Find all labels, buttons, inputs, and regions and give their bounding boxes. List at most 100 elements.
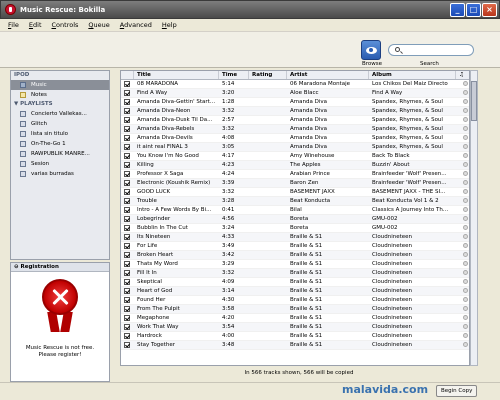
table-row[interactable]: GOOD LUCK 3:32 BASEMENT JAXX BASEMENT JAXX … xyxy=(121,188,469,197)
table-row[interactable]: Amanda Diva-Devils 4:08 Amanda Diva Spandex… xyxy=(121,134,469,143)
checkbox[interactable] xyxy=(124,342,130,348)
table-row[interactable]: Hardrock 4:00 Braille & S1 Cloudnineteen xyxy=(121,332,469,341)
row-checkbox[interactable] xyxy=(121,305,134,313)
column-artist[interactable]: Artist xyxy=(287,71,369,79)
row-checkbox[interactable] xyxy=(121,215,134,223)
checkbox[interactable] xyxy=(124,333,130,339)
checkbox[interactable] xyxy=(124,216,130,222)
column-title[interactable]: Title xyxy=(134,71,219,79)
table-row[interactable]: Amanda Diva-Rebels 3:32 Amanda Diva Spandex… xyxy=(121,125,469,134)
menu-edit[interactable]: Edit xyxy=(29,21,42,29)
table-row[interactable]: Amanda Diva-Neon 3:32 Amanda Diva Spandex, … xyxy=(121,107,469,116)
row-checkbox[interactable] xyxy=(121,179,134,187)
table-row[interactable]: You Know I'm No Good 4:17 Amy Winehouse Bac… xyxy=(121,152,469,161)
row-checkbox[interactable] xyxy=(121,260,134,268)
table-row[interactable]: it aint real FINAL 3 3:05 Amanda Diva Spand… xyxy=(121,143,469,152)
row-checkbox[interactable] xyxy=(121,89,134,97)
playlist-item[interactable]: Sesion xyxy=(11,159,109,169)
menu-file[interactable]: File xyxy=(8,21,19,29)
row-checkbox[interactable] xyxy=(121,116,134,124)
column-note-icon[interactable]: ♫ xyxy=(456,71,469,79)
scrollbar[interactable] xyxy=(470,70,478,366)
table-row[interactable]: From The Pulpit 3:58 Braille & S1 Cloudnine… xyxy=(121,305,469,314)
row-checkbox[interactable] xyxy=(121,98,134,106)
column-time[interactable]: Time xyxy=(219,71,249,79)
menu-queue[interactable]: Queue xyxy=(88,21,109,29)
maximize-button[interactable]: □ xyxy=(466,3,481,17)
checkbox[interactable] xyxy=(124,171,130,177)
search-input[interactable] xyxy=(388,44,474,56)
row-checkbox[interactable] xyxy=(121,170,134,178)
column-check[interactable] xyxy=(121,71,134,79)
table-row[interactable]: Found Her 4:30 Braille & S1 Cloudnineteen xyxy=(121,296,469,305)
playlist-item[interactable]: varias burradas xyxy=(11,169,109,179)
begin-copy-button[interactable]: Begin Copy xyxy=(436,385,478,397)
table-row[interactable]: Bubblin In The Cut 3:24 Boreta GMU-002 xyxy=(121,224,469,233)
checkbox[interactable] xyxy=(124,180,130,186)
table-row[interactable]: Lobegrinder 4:56 Boreta GMU-002 xyxy=(121,215,469,224)
table-row[interactable]: Intro - A Few Words By Bi... 0:41 Bilal Cla… xyxy=(121,206,469,215)
close-button[interactable]: × xyxy=(482,3,497,17)
menu-help[interactable]: Help xyxy=(162,21,177,29)
checkbox[interactable] xyxy=(124,306,130,312)
table-row[interactable]: Electronic (Koushik Remix) 3:39 Baron Zen B… xyxy=(121,179,469,188)
row-checkbox[interactable] xyxy=(121,206,134,214)
checkbox[interactable] xyxy=(124,252,130,258)
table-row[interactable]: Megaphone 4:20 Braille & S1 Cloudnineteen xyxy=(121,314,469,323)
row-checkbox[interactable] xyxy=(121,224,134,232)
row-checkbox[interactable] xyxy=(121,107,134,115)
checkbox[interactable] xyxy=(124,90,130,96)
checkbox[interactable] xyxy=(124,108,130,114)
checkbox[interactable] xyxy=(124,225,130,231)
checkbox[interactable] xyxy=(124,297,130,303)
playlist-item[interactable]: Glitch xyxy=(11,119,109,129)
checkbox[interactable] xyxy=(124,234,130,240)
row-checkbox[interactable] xyxy=(121,251,134,259)
checkbox[interactable] xyxy=(124,279,130,285)
checkbox[interactable] xyxy=(124,99,130,105)
row-checkbox[interactable] xyxy=(121,332,134,340)
playlist-item[interactable]: On-The-Go 1 xyxy=(11,139,109,149)
column-rating[interactable]: Rating xyxy=(249,71,287,79)
row-checkbox[interactable] xyxy=(121,296,134,304)
checkbox[interactable] xyxy=(124,324,130,330)
row-checkbox[interactable] xyxy=(121,125,134,133)
row-checkbox[interactable] xyxy=(121,323,134,331)
table-row[interactable]: Stay Together 3:48 Braille & S1 Cloudninete… xyxy=(121,341,469,350)
browse-button[interactable] xyxy=(361,40,381,60)
checkbox[interactable] xyxy=(124,270,130,276)
row-checkbox[interactable] xyxy=(121,188,134,196)
sidebar-item-notes[interactable]: Notes xyxy=(11,90,109,100)
table-row[interactable]: Thats My Word 3:29 Braille & S1 Cloudninete… xyxy=(121,260,469,269)
row-checkbox[interactable] xyxy=(121,197,134,205)
table-row[interactable]: Its Nineteen 4:33 Braille & S1 Cloudninetee… xyxy=(121,233,469,242)
table-row[interactable]: Professor X Saga 4:24 Arabian Prince Brainf… xyxy=(121,170,469,179)
row-checkbox[interactable] xyxy=(121,143,134,151)
checkbox[interactable] xyxy=(124,261,130,267)
checkbox[interactable] xyxy=(124,288,130,294)
registration-message[interactable]: Music Rescue is not free. Please registe… xyxy=(11,345,109,359)
row-checkbox[interactable] xyxy=(121,278,134,286)
row-checkbox[interactable] xyxy=(121,80,134,88)
checkbox[interactable] xyxy=(124,126,130,132)
table-row[interactable]: Fill It In 3:32 Braille & S1 Cloudnineteen xyxy=(121,269,469,278)
menu-controls[interactable]: Controls xyxy=(52,21,79,29)
checkbox[interactable] xyxy=(124,189,130,195)
table-row[interactable]: Work That Way 3:54 Braille & S1 Cloudninete… xyxy=(121,323,469,332)
title-bar[interactable]: Music Rescue: Bokilla _ □ × xyxy=(0,0,500,19)
table-row[interactable]: Trouble 3:28 Beat Konducta Beat Konducta Vo… xyxy=(121,197,469,206)
playlist-item[interactable]: lista sin titulo xyxy=(11,129,109,139)
sidebar-item-music[interactable]: Music xyxy=(11,80,109,90)
table-row[interactable]: Broken Heart 3:42 Braille & S1 Cloudninetee… xyxy=(121,251,469,260)
playlist-item[interactable]: Concierto Vallekas... xyxy=(11,109,109,119)
table-row[interactable]: 08 MARADONA 5:14 06 Maradona Montaje Los Ch… xyxy=(121,80,469,89)
table-row[interactable]: Amanda Diva-Dusk Til Da... 2:57 Amanda Div… xyxy=(121,116,469,125)
table-row[interactable]: Find A Way 3:20 Aloe Blacc Find A Way xyxy=(121,89,469,98)
minimize-button[interactable]: _ xyxy=(450,3,465,17)
playlist-item[interactable]: RAWPUBLIK MANRE... xyxy=(11,149,109,159)
checkbox[interactable] xyxy=(124,135,130,141)
checkbox[interactable] xyxy=(124,315,130,321)
row-checkbox[interactable] xyxy=(121,152,134,160)
row-checkbox[interactable] xyxy=(121,233,134,241)
column-album[interactable]: Album xyxy=(369,71,456,79)
